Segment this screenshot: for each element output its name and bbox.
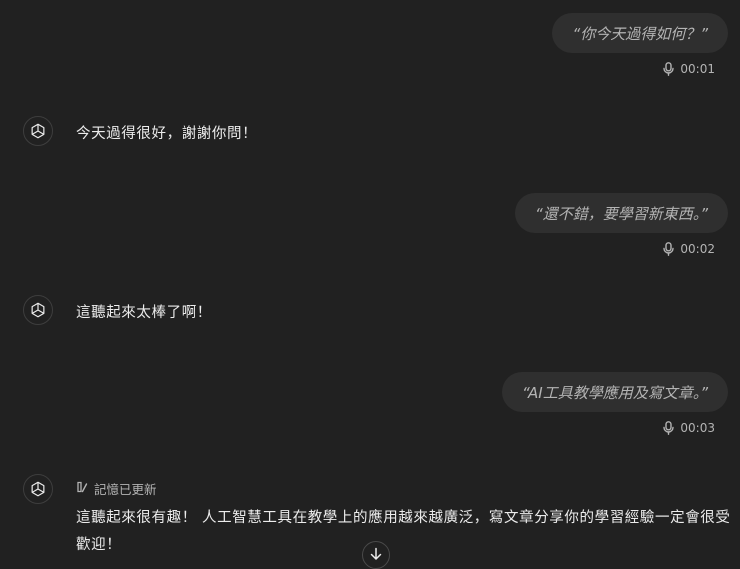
assistant-message-text: 這聽起來很有趣！ 人工智慧工具在教學上的應用越來越廣泛，寫文章分享你的學習經驗一…	[76, 510, 731, 553]
assistant-message: 這聽起來太棒了啊！	[23, 295, 730, 327]
openai-logo-icon	[23, 295, 53, 325]
user-voice-message: “你今天過得如何？” 00:01	[552, 13, 728, 76]
user-message-text: “還不錯，要學習新東西。”	[534, 204, 708, 223]
voice-duration: 00:02	[663, 242, 715, 256]
voice-duration: 00:01	[663, 62, 715, 76]
assistant-message: 今天過得很好，謝謝你問！	[23, 116, 730, 148]
voice-duration: 00:03	[663, 421, 715, 435]
user-message-bubble: “AI工具教學應用及寫文章。”	[502, 372, 728, 412]
voice-duration-text: 00:01	[680, 62, 715, 76]
chat-thread: “你今天過得如何？” 00:01 今天過得很好，謝謝你問！ “還不錯，要學習新東…	[0, 0, 740, 569]
memory-updated-indicator[interactable]: 記憶已更新	[76, 479, 731, 498]
user-message-text: “你今天過得如何？”	[572, 24, 708, 43]
arrow-down-icon	[370, 546, 382, 565]
assistant-message-text: 這聽起來太棒了啊！	[76, 305, 212, 321]
assistant-message-text: 今天過得很好，謝謝你問！	[76, 126, 258, 142]
openai-logo-icon	[23, 116, 53, 146]
user-message-text: “AI工具教學應用及寫文章。”	[522, 383, 708, 402]
microphone-icon	[663, 242, 675, 256]
user-message-bubble: “你今天過得如何？”	[552, 13, 728, 53]
memory-updated-label: 記憶已更新	[94, 482, 157, 497]
memory-updated-icon	[76, 481, 88, 496]
scroll-to-bottom-button[interactable]	[362, 541, 390, 569]
openai-logo-icon	[23, 474, 53, 504]
voice-duration-text: 00:03	[680, 421, 715, 435]
user-voice-message: “AI工具教學應用及寫文章。” 00:03	[502, 372, 728, 435]
microphone-icon	[663, 62, 675, 76]
user-voice-message: “還不錯，要學習新東西。” 00:02	[514, 193, 728, 256]
voice-duration-text: 00:02	[680, 242, 715, 256]
user-message-bubble: “還不錯，要學習新東西。”	[514, 193, 728, 233]
microphone-icon	[663, 421, 675, 435]
